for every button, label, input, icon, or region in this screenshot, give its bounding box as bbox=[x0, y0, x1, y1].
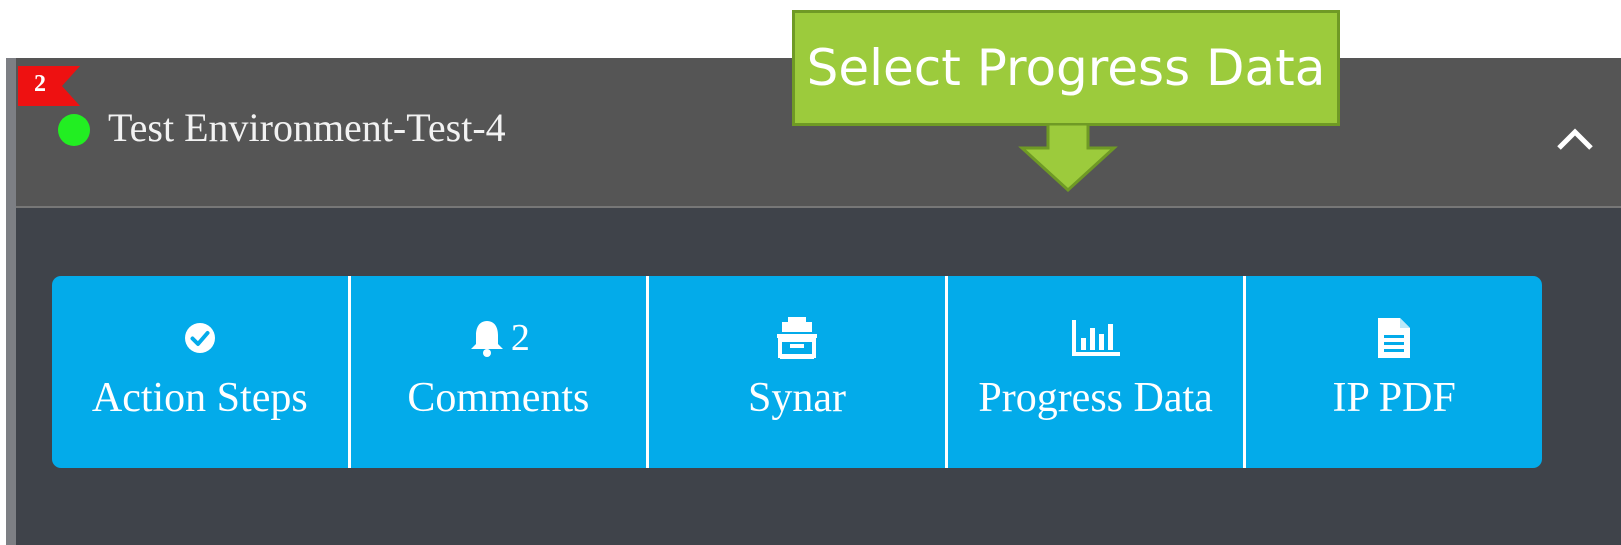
callout-arrow-icon bbox=[1018, 124, 1118, 193]
action-steps-label: Action Steps bbox=[91, 375, 308, 421]
comments-count: 2 bbox=[510, 317, 530, 359]
environment-panel: 2 Test Environment-Test-4 Action Steps 2… bbox=[6, 58, 1621, 545]
notification-flag: 2 bbox=[18, 66, 80, 106]
collapse-button[interactable] bbox=[1551, 118, 1599, 158]
synar-icon bbox=[774, 317, 820, 359]
screenshot-root: 2 Test Environment-Test-4 Action Steps 2… bbox=[0, 0, 1621, 545]
bar-chart-icon bbox=[1070, 318, 1122, 358]
status-indicator bbox=[58, 114, 90, 146]
action-toolbar: Action Steps 2 Comments Synar Progress D… bbox=[52, 276, 1542, 468]
ip-pdf-button[interactable]: IP PDF bbox=[1246, 276, 1542, 468]
ip-pdf-label: IP PDF bbox=[1332, 375, 1456, 421]
bell-icon bbox=[467, 318, 507, 358]
environment-title: Test Environment-Test-4 bbox=[108, 105, 506, 150]
action-steps-button[interactable]: Action Steps bbox=[52, 276, 351, 468]
check-circle-icon bbox=[184, 322, 216, 354]
progress-data-label: Progress Data bbox=[978, 375, 1213, 421]
synar-label: Synar bbox=[747, 375, 846, 421]
flag-count: 2 bbox=[34, 71, 46, 97]
chevron-up-icon bbox=[1557, 128, 1593, 150]
synar-button[interactable]: Synar bbox=[649, 276, 948, 468]
comments-button[interactable]: 2 Comments bbox=[351, 276, 650, 468]
comments-label: Comments bbox=[407, 375, 590, 421]
tutorial-callout: Select Progress Data bbox=[792, 10, 1340, 126]
file-text-icon bbox=[1377, 317, 1411, 359]
progress-data-button[interactable]: Progress Data bbox=[948, 276, 1247, 468]
